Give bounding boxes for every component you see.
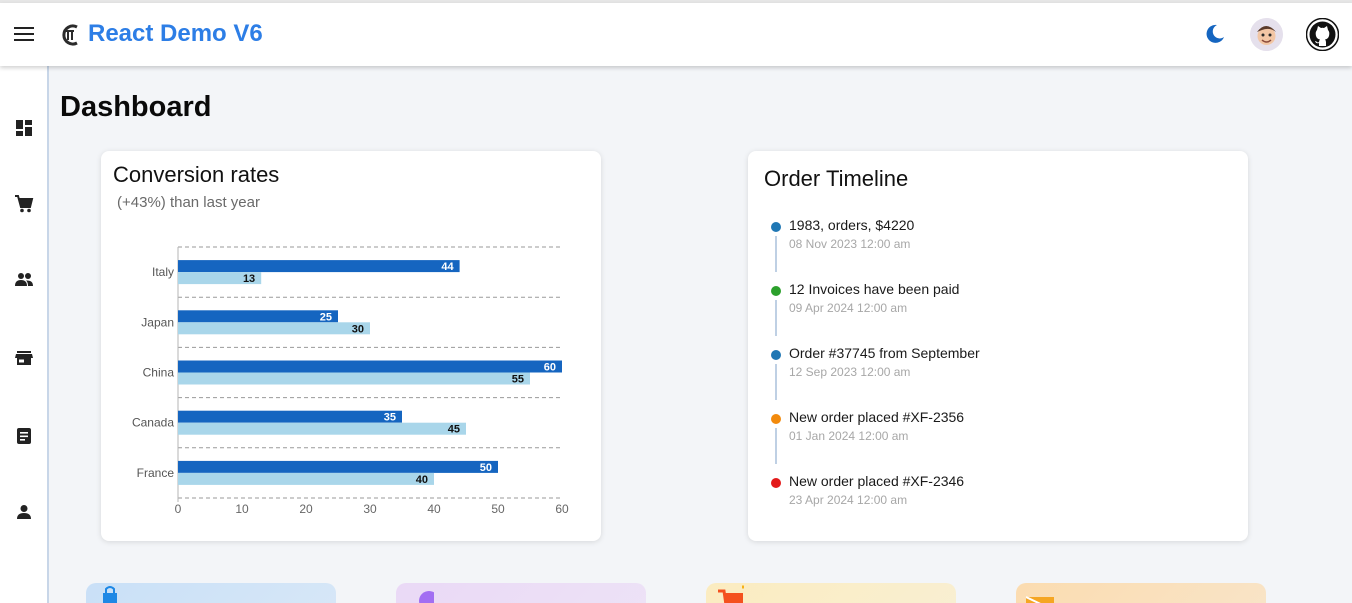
timeline-item-time: 01 Jan 2024 12:00 am <box>789 429 909 443</box>
bar <box>178 310 338 323</box>
timeline-item: Order #37745 from September 12 Sep 2023 … <box>771 345 1231 409</box>
user-circle-icon <box>419 591 434 603</box>
category-label: Japan <box>141 315 174 329</box>
timeline-item: New order placed #XF-2356 01 Jan 2024 12… <box>771 409 1231 473</box>
timeline-item-text: New order placed #XF-2346 <box>789 473 965 489</box>
timeline-dot <box>771 286 781 296</box>
timeline-connector <box>775 236 777 272</box>
conversion-rates-card: Conversion rates (+43%) than last year 0… <box>101 151 601 541</box>
article-icon[interactable] <box>14 426 34 446</box>
data-label: 60 <box>544 362 556 374</box>
timeline-dot <box>771 222 781 232</box>
bar <box>178 260 460 273</box>
category-label: Canada <box>132 416 174 430</box>
github-icon[interactable] <box>1305 17 1340 52</box>
timeline-connector <box>775 364 777 400</box>
timeline-dot <box>771 414 781 424</box>
x-tick-label: 60 <box>555 502 569 516</box>
stat-card-new-users[interactable] <box>396 583 646 603</box>
timeline-item-time: 08 Nov 2023 12:00 am <box>789 237 911 251</box>
shopping-cart-icon <box>718 585 744 603</box>
people-icon[interactable] <box>14 270 34 290</box>
x-tick-label: 30 <box>363 502 377 516</box>
data-label: 40 <box>416 474 428 486</box>
bar <box>178 372 530 385</box>
category-label: France <box>137 466 175 480</box>
menu-icon[interactable] <box>12 23 36 47</box>
page-title: Dashboard <box>60 91 212 123</box>
category-label: China <box>143 366 175 380</box>
x-tick-label: 0 <box>175 502 182 516</box>
app-title[interactable]: React Demo V6 <box>88 20 263 48</box>
timeline-item: 12 Invoices have been paid 09 Apr 2024 1… <box>771 281 1231 345</box>
stat-card-purchase-orders[interactable] <box>706 583 956 603</box>
person-icon[interactable] <box>14 502 34 522</box>
order-timeline-card: Order Timeline 1983, orders, $4220 08 No… <box>748 151 1248 541</box>
timeline-item-time: 23 Apr 2024 12:00 am <box>789 493 908 507</box>
bar <box>178 322 370 335</box>
moon-icon[interactable] <box>1203 22 1227 46</box>
stat-card-weekly-sales[interactable] <box>86 583 336 603</box>
stat-card-messages[interactable] <box>1016 583 1266 603</box>
dashboard-icon[interactable] <box>14 118 34 138</box>
x-tick-label: 20 <box>299 502 313 516</box>
data-label: 45 <box>448 424 460 436</box>
data-label: 44 <box>441 261 454 273</box>
data-label: 30 <box>352 323 364 335</box>
x-tick-label: 10 <box>235 502 249 516</box>
timeline-dot <box>771 350 781 360</box>
timeline-item-time: 12 Sep 2023 12:00 am <box>789 365 911 379</box>
timeline-item-text: New order placed #XF-2356 <box>789 409 965 425</box>
data-label: 13 <box>243 273 255 285</box>
bar <box>178 422 466 435</box>
conversion-bar-chart: 0 10 20 30 40 50 60 Italy 44 13 Japan 25 30 China 60 55… <box>132 246 569 516</box>
timeline-item-text: Order #37745 from September <box>789 345 980 361</box>
bar <box>178 472 434 485</box>
timeline-item: 1983, orders, $4220 08 Nov 2023 12:00 am <box>771 217 1231 281</box>
timeline-connector <box>775 300 777 336</box>
mail-icon <box>1026 596 1054 603</box>
react-demo-logo-icon <box>62 24 78 46</box>
data-label: 50 <box>480 462 492 474</box>
x-tick-label: 40 <box>427 502 441 516</box>
bar <box>178 460 498 473</box>
timeline-item-text: 1983, orders, $4220 <box>789 217 915 233</box>
bar <box>178 360 562 373</box>
app-header: React Demo V6 <box>0 3 1352 66</box>
timeline-connector <box>775 428 777 464</box>
timeline-dot <box>771 478 781 488</box>
data-label: 55 <box>512 374 524 386</box>
avatar-icon[interactable] <box>1250 18 1283 51</box>
store-icon[interactable] <box>14 348 34 368</box>
timeline-item-text: 12 Invoices have been paid <box>789 281 960 297</box>
timeline-item-time: 09 Apr 2024 12:00 am <box>789 301 908 315</box>
cart-icon[interactable] <box>14 194 34 214</box>
data-label: 25 <box>320 311 332 323</box>
timeline-title: Order Timeline <box>764 166 909 191</box>
sidebar <box>0 66 49 603</box>
timeline-item: New order placed #XF-2346 23 Apr 2024 12… <box>771 473 1231 537</box>
x-tick-label: 50 <box>491 502 505 516</box>
category-label: Italy <box>152 265 174 279</box>
shopping-bag-icon <box>103 586 117 603</box>
bar <box>178 410 402 423</box>
data-label: 35 <box>384 412 396 424</box>
